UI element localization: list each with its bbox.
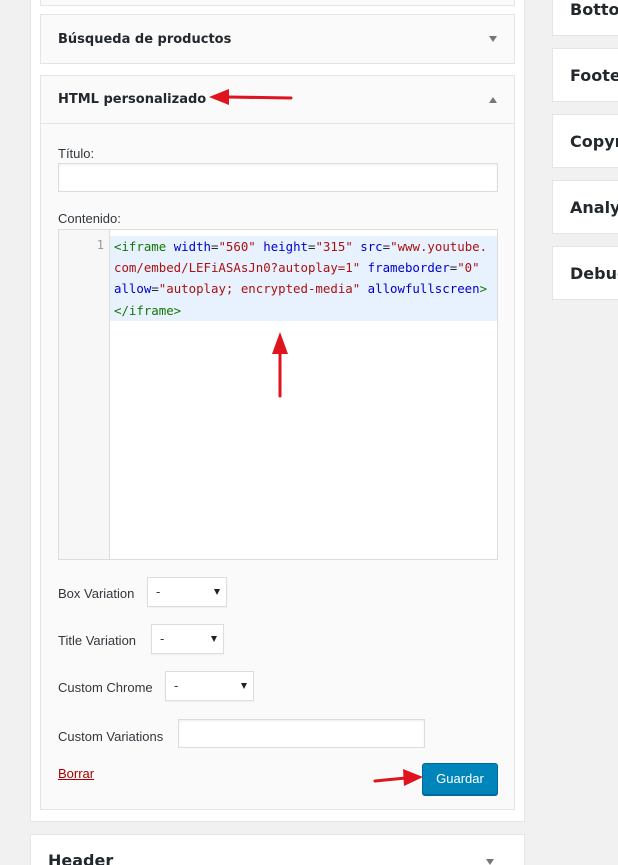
- expand-arrow-icon[interactable]: [486, 859, 494, 865]
- box-variation-label: Box Variation: [58, 586, 135, 601]
- code-token-attr: height: [263, 239, 309, 254]
- titulo-label: Título:: [58, 146, 95, 161]
- annotation-arrow-right-icon: [373, 769, 423, 786]
- widget-area-analytics[interactable]: Analy: [552, 180, 618, 234]
- expand-arrow-icon[interactable]: [489, 36, 497, 42]
- annotation-arrow-left-icon: [209, 89, 293, 105]
- code-token-str: "0": [457, 260, 480, 276]
- custom-variations-input[interactable]: [178, 719, 425, 748]
- code-token-attr: frameborder: [367, 260, 450, 276]
- select-value: -: [156, 584, 161, 599]
- code-token-str: "autoplay; encrypted-media": [158, 281, 361, 297]
- line-number-gutter: 1: [59, 230, 110, 559]
- line-number: 1: [96, 238, 104, 252]
- widget-area-title: Copyr: [570, 132, 618, 151]
- select-value: -: [174, 678, 179, 693]
- widget-area-title: Header: [48, 851, 114, 865]
- title-variation-label: Title Variation: [58, 633, 137, 648]
- custom-variations-label: Custom Variations: [58, 729, 164, 744]
- widget-busqueda-productos[interactable]: Búsqueda de productos: [40, 14, 515, 64]
- code-token-plain: =: [382, 239, 391, 254]
- widget-area-footer[interactable]: Foote: [552, 48, 618, 102]
- custom-chrome-label: Custom Chrome: [58, 680, 153, 695]
- titulo-input[interactable]: [58, 163, 498, 192]
- caret-down-icon: [241, 683, 247, 689]
- save-button[interactable]: Guardar: [422, 763, 498, 795]
- contenido-label: Contenido:: [58, 211, 121, 226]
- widget-area-debug[interactable]: Debug: [552, 246, 618, 300]
- previous-widget: [40, 0, 515, 6]
- widget-area-title: Botto: [570, 0, 618, 19]
- code-token-plain: =: [151, 281, 159, 297]
- widget-title: Búsqueda de productos: [58, 31, 232, 47]
- annotation-arrow-up-icon: [272, 332, 288, 398]
- custom-chrome-select[interactable]: -: [165, 671, 254, 701]
- code-token-tag: <iframe: [114, 239, 167, 254]
- widget-header[interactable]: Búsqueda de productos: [41, 15, 514, 63]
- code-token-attr: allow: [114, 281, 152, 297]
- box-variation-select[interactable]: -: [147, 577, 227, 607]
- widget-html-personalizado: HTML personalizado Título: Contenido: 1 …: [40, 75, 515, 810]
- title-variation-select[interactable]: -: [151, 624, 224, 654]
- caret-down-icon: [214, 589, 220, 595]
- select-value: -: [160, 631, 165, 646]
- code-token-attr: src: [360, 239, 383, 254]
- code-line[interactable]: <iframe width="560" height="315" src="ww…: [110, 236, 497, 321]
- widget-area-header[interactable]: Header: [30, 834, 525, 865]
- widget-area-title: Foote: [570, 66, 618, 85]
- widget-area-bottom[interactable]: Botto: [552, 0, 618, 36]
- code-token-str: "560": [218, 239, 256, 254]
- widget-area-copyright[interactable]: Copyr: [552, 114, 618, 168]
- widget-title: HTML personalizado: [58, 92, 207, 107]
- code-token-attr: width: [173, 239, 211, 254]
- widget-area-title: Debug: [570, 264, 618, 283]
- code-token-str: "315": [315, 239, 353, 254]
- code-token-attr: allowfullscreen: [367, 281, 480, 297]
- caret-down-icon: [211, 636, 217, 642]
- collapse-arrow-icon[interactable]: [489, 96, 497, 103]
- delete-link[interactable]: Borrar: [58, 766, 94, 781]
- widget-area-title: Analy: [570, 198, 618, 217]
